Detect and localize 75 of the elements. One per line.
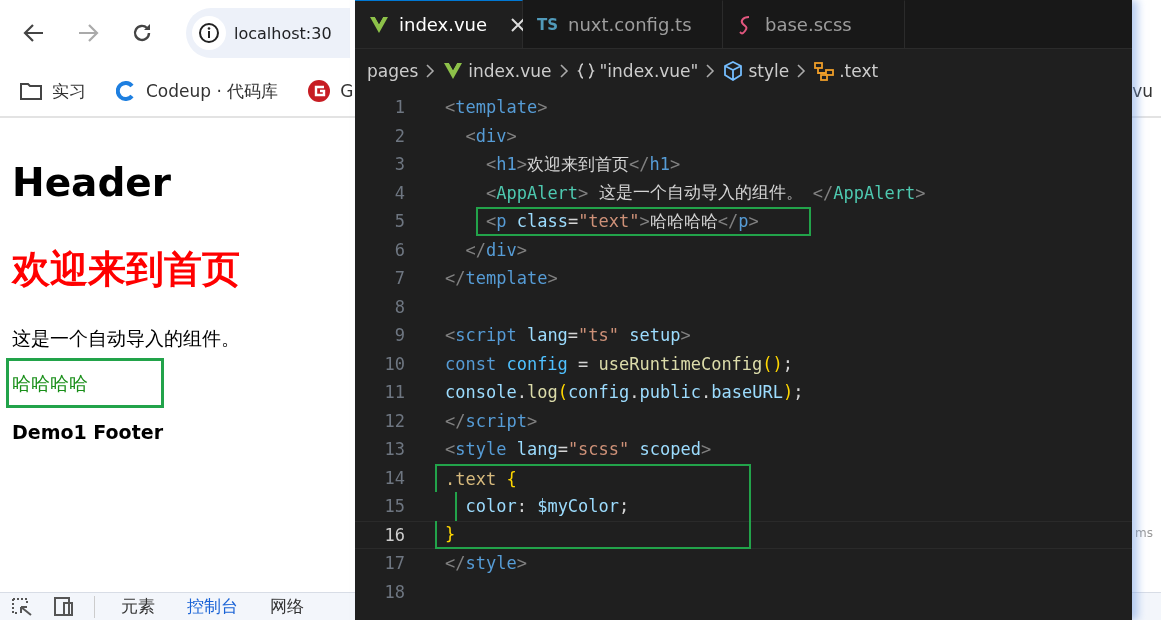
code-line: console.log(config.public.baseURL);: [444, 381, 805, 405]
line-number: 10: [383, 353, 405, 374]
breadcrumb[interactable]: pages: [367, 61, 419, 81]
line-number: 13: [383, 439, 405, 460]
v-logo-icon: [369, 15, 389, 34]
structure-icon: [814, 61, 835, 81]
info-icon: [198, 22, 220, 44]
breadcrumb[interactable]: "index.vue": [576, 61, 699, 81]
code-line: </style>: [444, 552, 528, 576]
line-number: 11: [383, 382, 405, 403]
g-logo-icon: [308, 80, 331, 102]
chevron-icon: [797, 64, 807, 78]
editor-tab[interactable]: TS nuxt.config.ts: [523, 0, 723, 48]
line-number: 14: [383, 467, 405, 488]
line-number: 6: [393, 239, 405, 260]
code-line: <script lang="ts" setup>: [444, 324, 692, 348]
code-line: <AppAlert> 这是一个自动导入的组件。 </AppAlert>: [484, 181, 927, 205]
line-number: 3: [393, 154, 405, 175]
bookmark[interactable]: Codeup · 代码库: [116, 79, 279, 103]
line-number: 12: [383, 410, 405, 431]
bookmark[interactable]: 实习: [20, 79, 86, 103]
line-number: 1: [393, 97, 405, 118]
chevron-icon: [706, 64, 716, 78]
url-text: localhost:30: [234, 23, 332, 43]
breadcrumb[interactable]: index.vue: [443, 61, 552, 81]
ts-file-icon: TS: [537, 15, 559, 34]
line-number: 2: [393, 125, 405, 146]
devtools-tab[interactable]: 控制台: [181, 595, 244, 618]
devtools-tab[interactable]: 元素: [115, 595, 161, 618]
forward-arrow-icon: [77, 23, 99, 43]
c-logo-icon: [116, 81, 136, 101]
line-number: 18: [383, 581, 405, 602]
chevron-icon: [426, 64, 436, 78]
text-fragment: ms: [1135, 526, 1153, 540]
line-number: 4: [393, 182, 405, 203]
breadcrumb[interactable]: .text: [814, 61, 879, 81]
welcome-heading: 欢迎来到首页: [10, 246, 241, 293]
inspect-icon: [12, 597, 34, 616]
folder-icon: [20, 82, 42, 100]
bookmark[interactable]: G: [308, 80, 354, 102]
breadcrumb[interactable]: style: [723, 61, 790, 81]
code-line: <h1>欢迎来到首页</h1>: [484, 152, 682, 177]
footer-text: Demo1 Footer: [11, 420, 164, 445]
code-line: </div>: [464, 238, 528, 262]
v-logo-icon: [443, 62, 464, 80]
code-line: <template>: [444, 96, 549, 120]
line-number: 9: [393, 325, 405, 346]
close-icon: [511, 17, 526, 32]
code-line: const config = useRuntimeConfig();: [444, 352, 795, 376]
editor-tab[interactable]: index.vue: [355, 0, 523, 48]
code-line: <style lang="scss" scoped>: [444, 438, 713, 462]
alert-text: 这是一个自动导入的组件。: [11, 326, 241, 351]
back-arrow-icon: [23, 23, 45, 43]
address-bar[interactable]: localhost:30: [186, 8, 350, 58]
code-line: <div>: [464, 124, 518, 148]
braces-icon: [576, 62, 595, 80]
code-line: color: $myColor;: [455, 492, 752, 521]
line-number: 8: [393, 296, 405, 317]
bookmark[interactable]: vu: [1132, 81, 1153, 101]
code-line: </script>: [444, 409, 539, 433]
devtools-tab[interactable]: 网络: [264, 595, 310, 618]
line-number: 7: [393, 268, 405, 289]
line-number: 15: [383, 496, 405, 517]
chevron-icon: [559, 64, 569, 78]
reload-icon: [131, 22, 153, 44]
page-heading: Header: [11, 159, 172, 207]
line-number: 16: [383, 524, 405, 545]
cube-icon: [723, 61, 744, 81]
line-number: 17: [383, 553, 405, 574]
device-icon: [54, 597, 74, 616]
code-line: .text {: [435, 463, 752, 492]
line-number: 5: [393, 211, 405, 232]
paragraph-text: 哈哈哈哈: [6, 358, 164, 408]
code-line: </template>: [444, 267, 559, 291]
code-line: }: [435, 520, 752, 549]
